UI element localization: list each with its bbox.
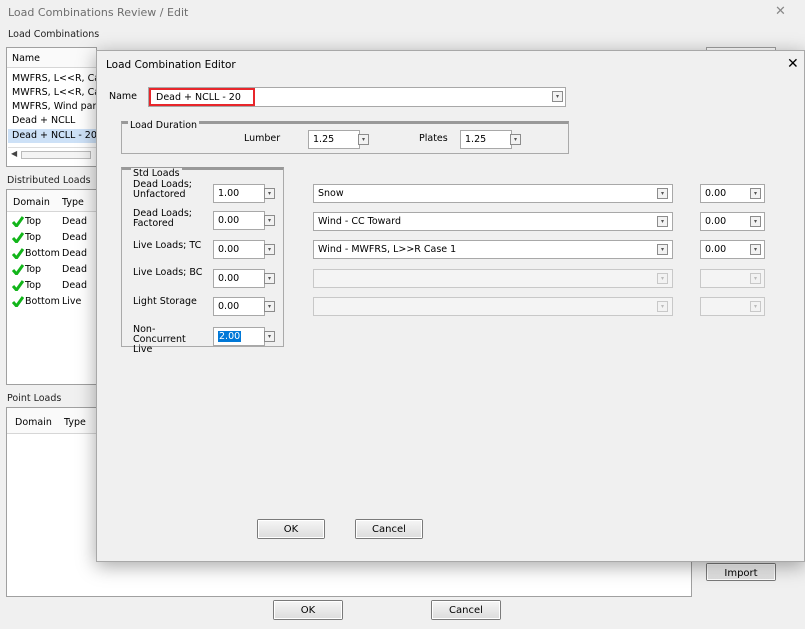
dead-unfactored-combo[interactable]: 1.00 [213,184,265,203]
close-icon[interactable]: ✕ [775,4,786,19]
close-icon[interactable]: ✕ [787,56,799,72]
checkmark-icon [12,296,24,307]
dropdown-arrow-icon[interactable]: ▾ [657,188,668,199]
checkmark-icon [12,232,24,243]
distributed-loads-label: Distributed Loads [7,175,91,186]
non-concurrent-live-combo[interactable]: 2.00 [213,327,265,346]
checkmark-icon [12,280,24,291]
dead-loads-factored-label: Dead Loads; Factored [133,208,192,229]
dropdown-arrow-icon[interactable]: ▾ [264,244,275,255]
dialog-title: Load Combination Editor [106,59,236,71]
plates-dropdown-arrow-icon[interactable]: ▾ [510,134,521,145]
editor-cancel-button[interactable]: Cancel [355,519,423,539]
dropdown-arrow-icon[interactable]: ▾ [264,215,275,226]
name-dropdown-arrow-icon[interactable]: ▾ [552,91,563,102]
live-loads-tc-label: Live Loads; TC [133,240,202,251]
dropdown-arrow-icon: ▾ [657,301,668,312]
column-header-type: Type [64,417,86,428]
name-label: Name [109,91,138,102]
scroll-left-icon[interactable]: ◀ [11,149,17,158]
dropdown-arrow-icon[interactable]: ▾ [264,331,275,342]
dropdown-arrow-icon: ▾ [750,301,761,312]
column-header-domain: Domain [15,417,52,428]
other-load-name-combo-2[interactable]: Wind - CC Toward [313,212,673,231]
combinations-list[interactable]: Name MWFRS, L<<R, Ca MWFRS, L<<R, Ca MWF… [6,47,100,167]
column-header-type: Type [62,197,84,208]
list-item-selected[interactable]: Dead + NCLL - 20 [8,129,97,143]
list-item[interactable]: Dead + NCLL [12,115,75,126]
dropdown-arrow-icon[interactable]: ▾ [657,244,668,255]
section-label: Load Combinations [8,29,100,40]
ok-button[interactable]: OK [273,600,343,620]
list-item[interactable]: MWFRS, L<<R, Ca [12,87,100,98]
other-load-name-combo-3[interactable]: Wind - MWFRS, L>>R Case 1 [313,240,673,259]
column-header-domain: Domain [13,197,50,208]
dead-loads-unfactored-label: Dead Loads; Unfactored [133,179,192,200]
distributed-loads-table[interactable]: Domain Type Top Dead Top Dead Bottom Dea… [6,189,97,385]
light-storage-label: Light Storage [133,296,197,307]
load-duration-label: Load Duration [128,120,200,131]
live-tc-combo[interactable]: 0.00 [213,240,265,259]
std-loads-label: Std Loads [131,168,182,179]
dropdown-arrow-icon[interactable]: ▾ [750,216,761,227]
list-header: Name [7,48,96,68]
dropdown-arrow-icon[interactable]: ▾ [264,273,275,284]
dropdown-arrow-icon[interactable]: ▾ [750,188,761,199]
list-item[interactable]: MWFRS, Wind parl [12,101,99,112]
editor-ok-button[interactable]: OK [257,519,325,539]
light-storage-combo[interactable]: 0.00 [213,297,265,316]
non-concurrent-live-label: Non-Concurrent Live [133,324,186,355]
lumber-combo[interactable]: 1.25 [308,130,360,149]
table-row[interactable]: Top Dead [12,280,87,291]
dropdown-arrow-icon[interactable]: ▾ [750,244,761,255]
live-bc-combo[interactable]: 0.00 [213,269,265,288]
table-row[interactable]: Bottom Live [12,296,81,307]
dropdown-arrow-icon[interactable]: ▾ [264,188,275,199]
table-row[interactable]: Top Dead [12,232,87,243]
dropdown-arrow-icon[interactable]: ▾ [657,216,668,227]
lumber-dropdown-arrow-icon[interactable]: ▾ [358,134,369,145]
import-button[interactable]: Import [706,563,776,581]
plates-combo[interactable]: 1.25 [460,130,512,149]
dropdown-arrow-icon: ▾ [657,273,668,284]
checkmark-icon [12,248,24,259]
other-load-name-combo-1[interactable]: Snow [313,184,673,203]
dead-factored-combo[interactable]: 0.00 [213,211,265,230]
checkmark-icon [12,216,24,227]
live-loads-bc-label: Live Loads; BC [133,267,203,278]
load-combination-editor-dialog: Load Combination Editor ✕ Name Dead + NC… [96,50,805,562]
table-row[interactable]: Top Dead [12,216,87,227]
other-load-name-combo-4 [313,269,673,288]
horizontal-scrollbar[interactable]: ◀ [8,147,96,161]
plates-label: Plates [419,133,448,144]
window-title: Load Combinations Review / Edit [8,6,189,19]
cancel-button[interactable]: Cancel [431,600,501,620]
table-row[interactable]: Bottom Dead [12,248,87,259]
dropdown-arrow-icon[interactable]: ▾ [264,301,275,312]
other-load-name-combo-5 [313,297,673,316]
dropdown-arrow-icon: ▾ [750,273,761,284]
scroll-thumb[interactable] [21,151,91,159]
table-row[interactable]: Top Dead [12,264,87,275]
name-input[interactable]: Dead + NCLL - 20 [148,87,566,107]
checkmark-icon [12,264,24,275]
point-loads-label: Point Loads [7,393,62,404]
list-item[interactable]: MWFRS, L<<R, Ca [12,73,100,84]
lumber-label: Lumber [244,133,281,144]
